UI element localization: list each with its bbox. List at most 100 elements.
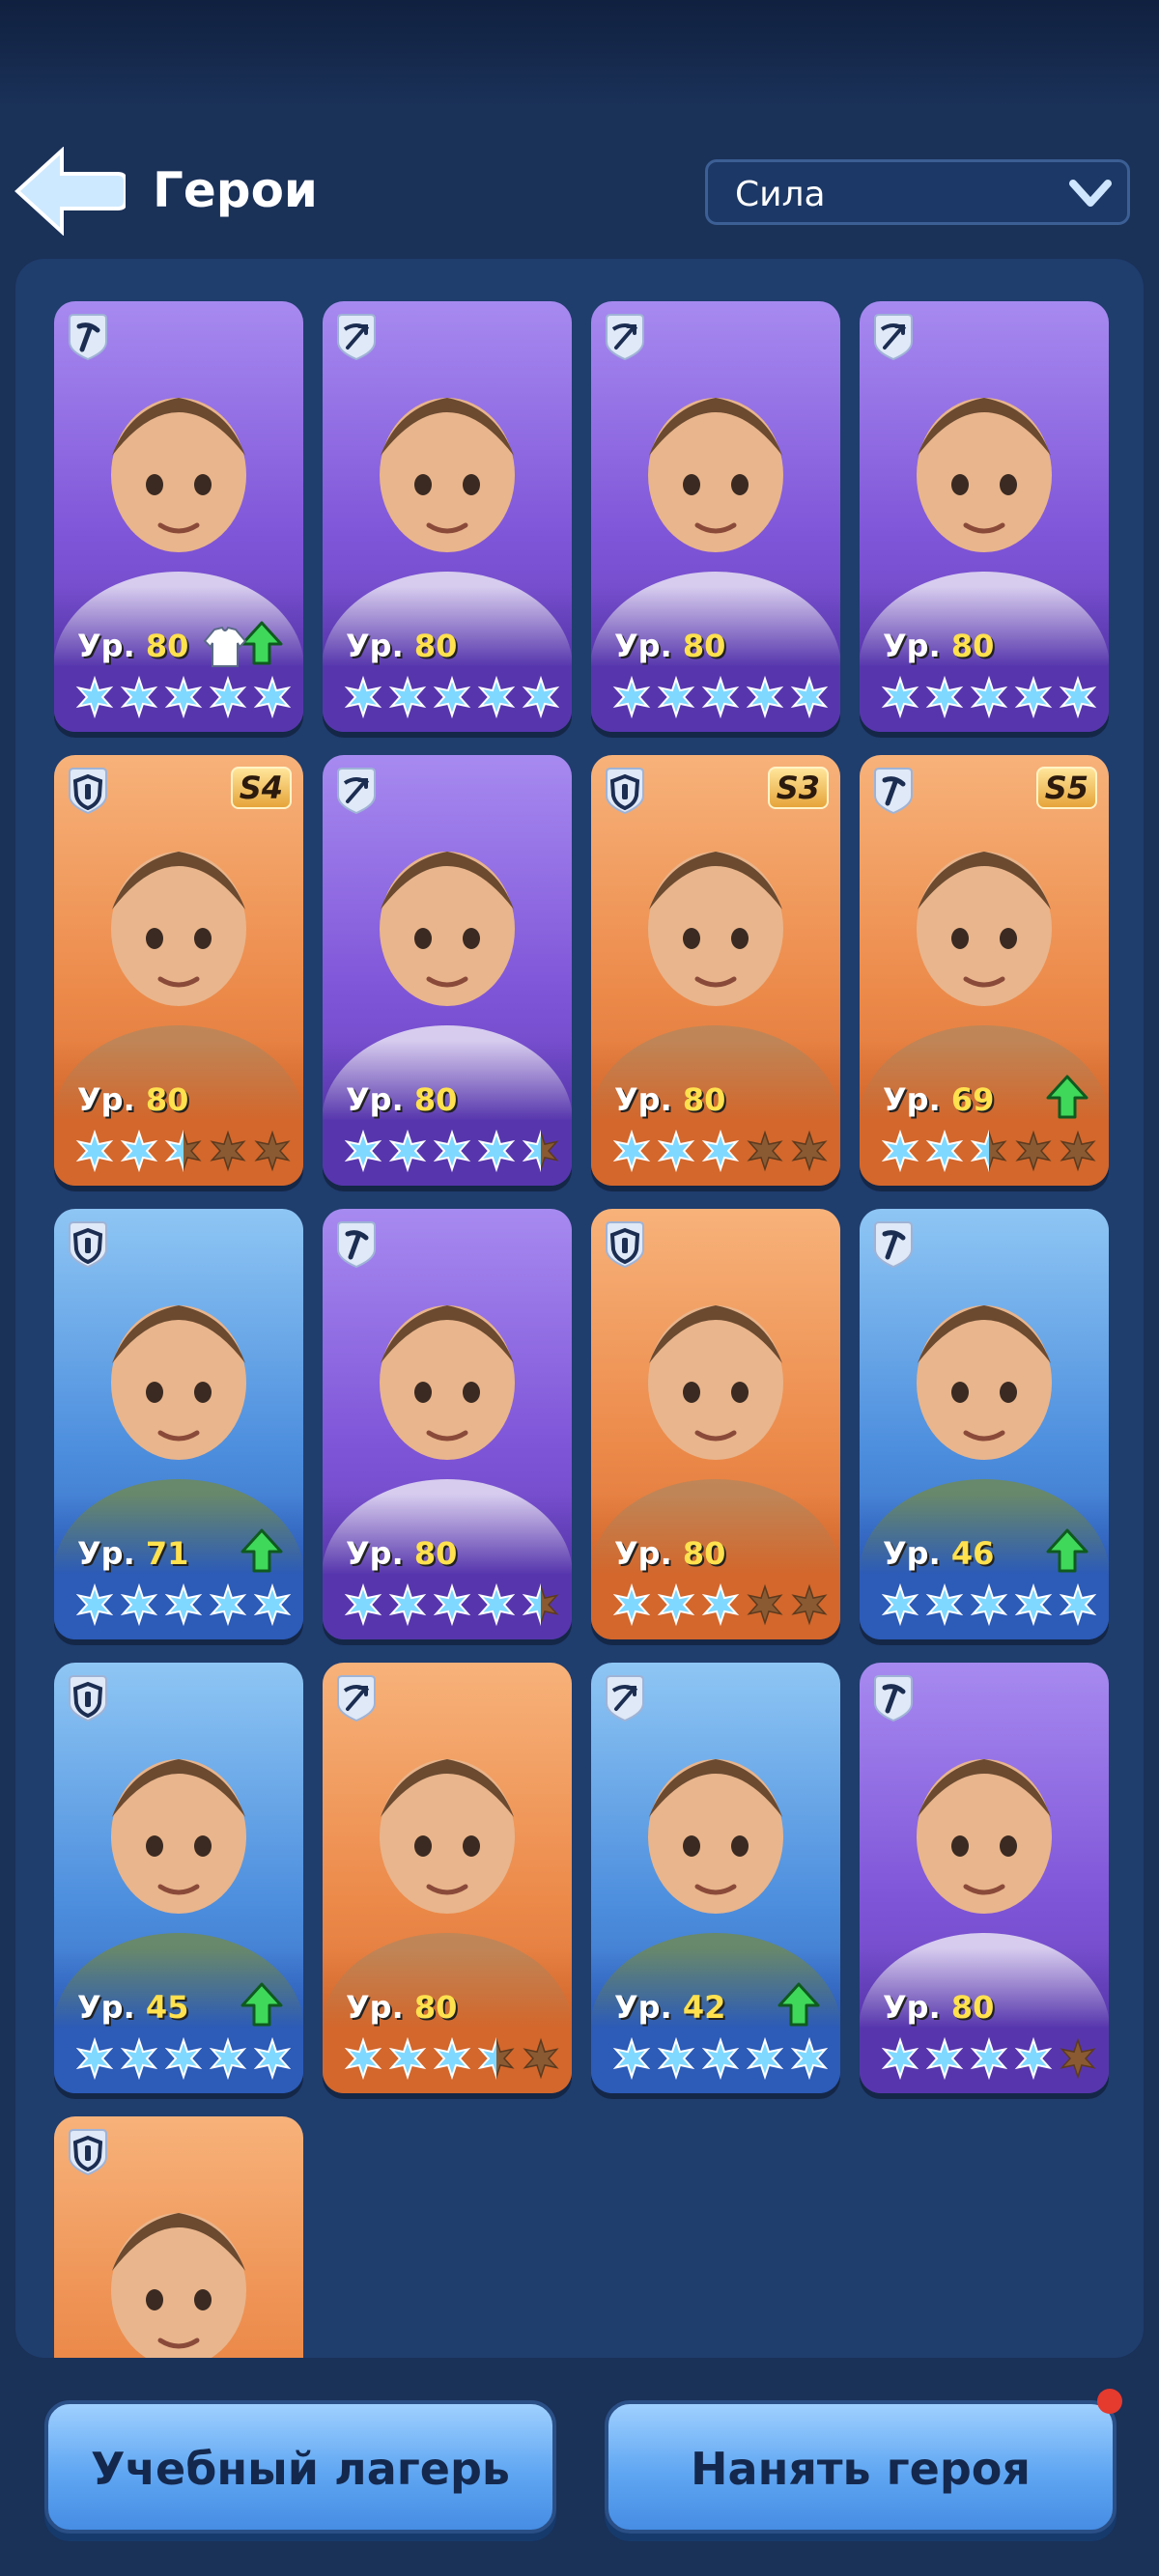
page-title: Герои bbox=[153, 162, 318, 218]
star-rating bbox=[344, 1130, 559, 1172]
hero-level: Ур. 42 bbox=[614, 1989, 725, 2026]
level-number: 80 bbox=[413, 628, 458, 664]
hero-card[interactable]: S5 Ур. 69 bbox=[860, 755, 1109, 1186]
star-rating bbox=[612, 2037, 829, 2080]
pickaxe-class-icon bbox=[874, 768, 913, 815]
shield-class-icon bbox=[69, 2129, 107, 2176]
hero-card[interactable]: Ур. 42 bbox=[591, 1663, 840, 2093]
level-prefix: Ур. bbox=[614, 628, 672, 664]
crossbow-class-icon bbox=[874, 314, 913, 361]
crossbow-class-icon bbox=[606, 1675, 644, 1722]
hero-level: Ур. 80 bbox=[614, 628, 725, 664]
training-camp-button-label: Учебный лагерь bbox=[91, 2443, 510, 2495]
notification-dot bbox=[1097, 2389, 1122, 2414]
status-bar-area bbox=[0, 0, 1159, 106]
upgrade-arrow-icon bbox=[240, 1528, 283, 1573]
hero-card[interactable]: Ур. 80 bbox=[54, 301, 303, 732]
level-prefix: Ур. bbox=[614, 1535, 672, 1572]
level-number: 80 bbox=[950, 628, 995, 664]
level-number: 80 bbox=[145, 628, 189, 664]
hero-card[interactable]: Ур. 80 bbox=[860, 1663, 1109, 2093]
star-rating bbox=[75, 2037, 292, 2080]
hire-hero-button-label: Нанять героя bbox=[691, 2443, 1031, 2495]
tier-badge: S4 bbox=[230, 767, 292, 809]
level-number: 80 bbox=[413, 1535, 458, 1572]
level-prefix: Ур. bbox=[614, 1081, 672, 1118]
level-number: 69 bbox=[950, 1081, 995, 1118]
upgrade-arrow-icon bbox=[240, 1982, 283, 2027]
tier-badge: S3 bbox=[767, 767, 829, 809]
level-number: 80 bbox=[413, 1989, 458, 2026]
level-number: 80 bbox=[682, 628, 726, 664]
hero-card[interactable]: S3 Ур. 80 bbox=[591, 755, 840, 1186]
hero-level: Ур. 45 bbox=[77, 1989, 188, 2026]
level-prefix: Ур. bbox=[77, 1081, 135, 1118]
tier-badge: S5 bbox=[1035, 767, 1097, 809]
gear-coat-icon bbox=[203, 626, 247, 667]
star-rating bbox=[612, 676, 829, 718]
shield-class-icon bbox=[606, 768, 644, 815]
crossbow-class-icon bbox=[337, 1675, 376, 1722]
level-number: 80 bbox=[682, 1535, 726, 1572]
star-rating bbox=[344, 2037, 559, 2080]
hero-card[interactable]: Ур. 80 bbox=[323, 1663, 572, 2093]
star-rating bbox=[881, 1130, 1096, 1172]
hero-level: Ур. 80 bbox=[883, 1989, 994, 2026]
shield-class-icon bbox=[69, 768, 107, 815]
hero-level: Ур. 69 bbox=[883, 1081, 994, 1118]
star-rating bbox=[612, 1130, 828, 1172]
hero-card[interactable]: Ур. 71 bbox=[54, 1209, 303, 1639]
level-prefix: Ур. bbox=[883, 1081, 941, 1118]
hero-card[interactable] bbox=[54, 2116, 303, 2358]
sort-dropdown-label: Сила bbox=[735, 175, 826, 214]
crossbow-class-icon bbox=[337, 768, 376, 815]
upgrade-arrow-icon bbox=[1046, 1528, 1088, 1573]
hero-card[interactable]: S4 Ур. 80 bbox=[54, 755, 303, 1186]
star-rating bbox=[344, 676, 560, 718]
level-prefix: Ур. bbox=[77, 628, 135, 664]
level-prefix: Ур. bbox=[614, 1989, 672, 2026]
shield-class-icon bbox=[606, 1221, 644, 1269]
level-prefix: Ур. bbox=[883, 1989, 941, 2026]
hero-level: Ур. 80 bbox=[346, 628, 457, 664]
hero-card[interactable]: Ур. 80 bbox=[591, 1209, 840, 1639]
hero-grid-panel[interactable]: Ур. 80 Ур. 80 Ур. 80 Ур. 80 S4 Ур. 80 Ур. 80 S3… bbox=[15, 259, 1144, 2358]
star-rating bbox=[881, 676, 1097, 718]
pickaxe-class-icon bbox=[69, 314, 107, 361]
star-rating bbox=[75, 1130, 291, 1172]
level-prefix: Ур. bbox=[77, 1535, 135, 1572]
hero-card[interactable]: Ур. 80 bbox=[860, 301, 1109, 732]
star-rating bbox=[75, 676, 292, 718]
level-number: 80 bbox=[145, 1081, 189, 1118]
hero-card[interactable]: Ур. 80 bbox=[591, 301, 840, 732]
sort-dropdown[interactable]: Сила bbox=[705, 159, 1130, 225]
hero-level: Ур. 80 bbox=[346, 1081, 457, 1118]
hero-card[interactable]: Ур. 80 bbox=[323, 1209, 572, 1639]
star-rating bbox=[881, 1583, 1097, 1626]
level-number: 71 bbox=[145, 1535, 189, 1572]
hero-card[interactable]: Ур. 45 bbox=[54, 1663, 303, 2093]
level-prefix: Ур. bbox=[883, 628, 941, 664]
crossbow-class-icon bbox=[337, 314, 376, 361]
hero-level: Ур. 46 bbox=[883, 1535, 994, 1572]
level-prefix: Ур. bbox=[77, 1989, 135, 2026]
hero-level: Ур. 80 bbox=[883, 628, 994, 664]
hire-hero-button[interactable]: Нанять героя bbox=[605, 2400, 1117, 2534]
shield-class-icon bbox=[69, 1221, 107, 1269]
star-rating bbox=[344, 1583, 559, 1626]
hero-level: Ур. 80 bbox=[77, 628, 188, 664]
hero-level: Ур. 80 bbox=[77, 1081, 188, 1118]
star-rating bbox=[881, 2037, 1096, 2080]
level-number: 80 bbox=[950, 1989, 995, 2026]
hero-card[interactable]: Ур. 80 bbox=[323, 755, 572, 1186]
back-arrow-icon[interactable] bbox=[14, 147, 126, 236]
level-number: 80 bbox=[413, 1081, 458, 1118]
level-prefix: Ур. bbox=[883, 1535, 941, 1572]
hero-card[interactable]: Ур. 80 bbox=[323, 301, 572, 732]
upgrade-arrow-icon bbox=[777, 1982, 820, 2027]
hero-card[interactable]: Ур. 46 bbox=[860, 1209, 1109, 1639]
level-prefix: Ур. bbox=[346, 628, 404, 664]
hero-level: Ур. 80 bbox=[346, 1989, 457, 2026]
training-camp-button[interactable]: Учебный лагерь bbox=[44, 2400, 556, 2534]
level-number: 45 bbox=[145, 1989, 189, 2026]
